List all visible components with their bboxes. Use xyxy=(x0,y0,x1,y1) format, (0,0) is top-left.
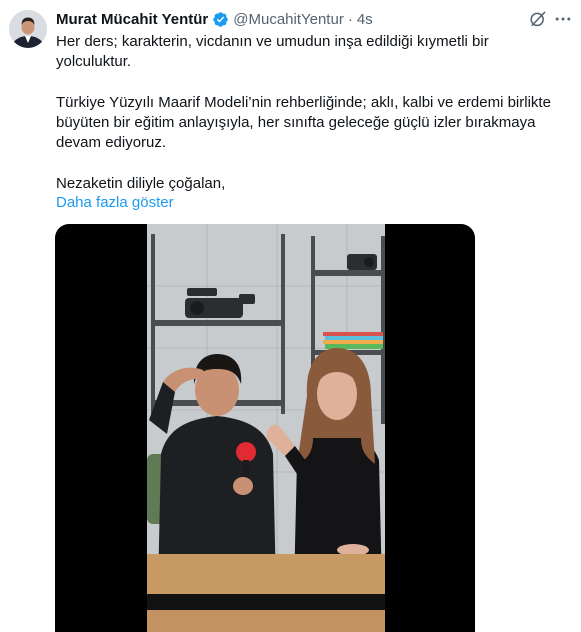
show-more-link[interactable]: Daha fazla göster xyxy=(56,193,174,213)
video-player[interactable] xyxy=(55,224,475,632)
more-icon[interactable] xyxy=(553,9,573,29)
author-handle[interactable]: @MucahitYentur xyxy=(233,11,344,28)
verified-badge-icon xyxy=(213,11,229,27)
tweet-text-paragraph: Nezaketin diliyle çoğalan, xyxy=(56,175,226,192)
grok-icon[interactable] xyxy=(528,9,548,29)
author-name[interactable]: Murat Mücahit Yentür xyxy=(56,11,208,28)
tweet-header: Murat Mücahit Yentür @MucahitYentur · 4s xyxy=(56,9,373,29)
tweet[interactable]: Murat Mücahit Yentür @MucahitYentur · 4s… xyxy=(0,0,581,632)
video-frame-image xyxy=(147,224,385,632)
tweet-text-paragraph: Türkiye Yüzyılı Maarif Modeli’nin rehber… xyxy=(56,94,551,151)
avatar[interactable] xyxy=(9,10,47,48)
tweet-text-paragraph: Her ders; karakterin, vicdanın ve umudun… xyxy=(56,33,489,70)
avatar-image xyxy=(9,10,47,48)
timestamp[interactable]: 4s xyxy=(357,11,373,28)
separator-dot: · xyxy=(347,10,353,28)
